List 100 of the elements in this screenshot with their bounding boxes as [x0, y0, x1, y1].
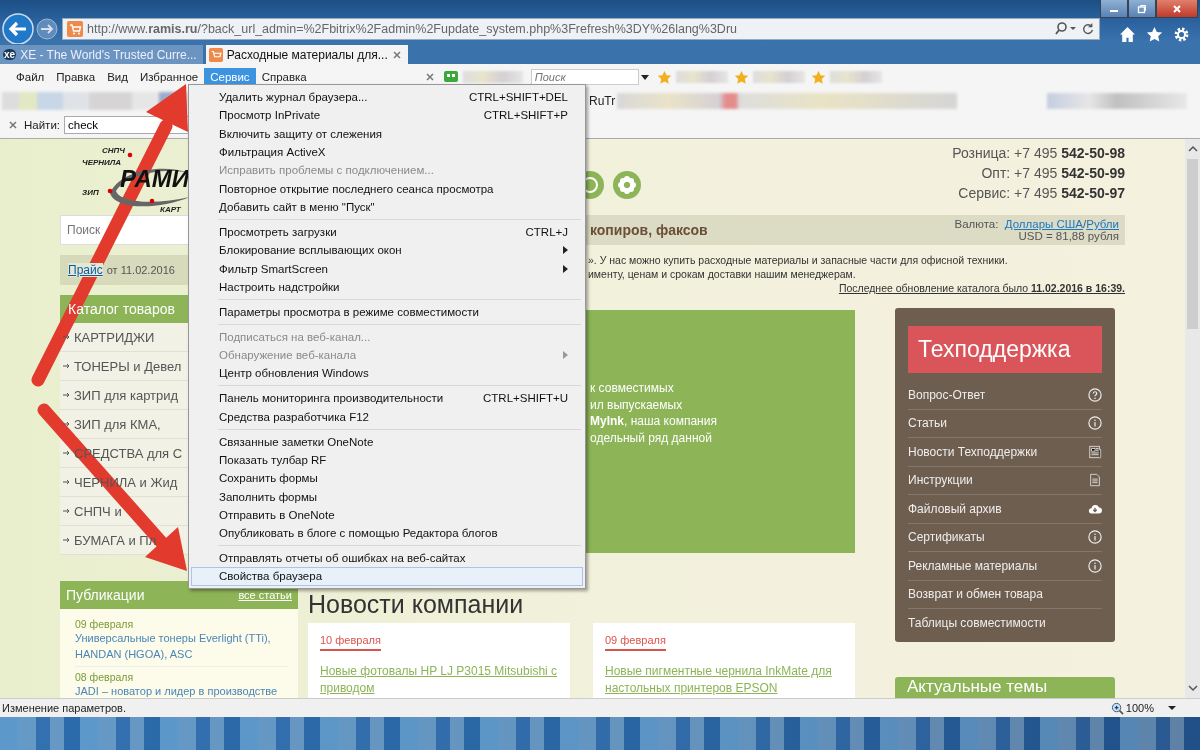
- support-link[interactable]: Статьи: [908, 409, 1102, 438]
- blurred-text: [752, 71, 805, 83]
- menu-bar-item[interactable]: Избранное: [133, 68, 205, 86]
- support-link[interactable]: Инструкции: [908, 466, 1102, 495]
- menu-item[interactable]: Настроить надстройки: [191, 277, 583, 296]
- arrow-icon: [63, 334, 71, 340]
- banner-text: ил выпускаемых: [590, 396, 684, 413]
- support-link[interactable]: Возврат и обмен товара: [908, 580, 1102, 609]
- logo-text: СНПЧ: [102, 146, 125, 155]
- arrow-icon: [63, 479, 71, 485]
- phone-number: Сервис: +7 495 542-50-97: [957, 184, 1125, 203]
- exchange-rate: USD = 81,88 рубля: [1017, 230, 1119, 242]
- category-title: копиров, факсов: [590, 222, 708, 238]
- question-icon: [1088, 387, 1102, 402]
- menu-bar-item[interactable]: Вид: [101, 68, 134, 86]
- news-date: 09 февраля: [605, 634, 666, 651]
- price-list-link[interactable]: Прайс: [68, 263, 103, 277]
- scrollbar[interactable]: [1185, 139, 1200, 698]
- star-icon[interactable]: [656, 69, 672, 85]
- minimize-button[interactable]: [1100, 0, 1128, 18]
- scrollbar-thumb[interactable]: [1187, 159, 1198, 329]
- restore-icon: [1137, 3, 1147, 14]
- caret-icon[interactable]: [1168, 705, 1176, 711]
- publication-date: 09 февраля: [75, 618, 135, 630]
- menu-bar-item[interactable]: Справка: [255, 68, 313, 86]
- menu-bar-item[interactable]: Файл: [10, 68, 51, 86]
- support-link[interactable]: Файловый архив: [908, 495, 1102, 524]
- support-link[interactable]: Вопрос-Ответ: [908, 381, 1102, 410]
- support-link[interactable]: Таблицы совместимости: [908, 609, 1102, 638]
- intro-text: именту, ценам и срокам доставки нашим менеджерам.: [588, 267, 857, 281]
- update-note: Последнее обновление каталога было 11.02.2016 в 16:39.: [837, 281, 1125, 295]
- info-icon: [1088, 558, 1102, 573]
- caret-icon[interactable]: [640, 73, 649, 81]
- menu-item[interactable]: Блокирование всплывающих окон: [191, 241, 583, 260]
- banner-text: к совместимых: [590, 380, 675, 397]
- menu-item[interactable]: Опубликовать в блоге с помощью Редактора блогов: [191, 523, 583, 543]
- maximize-button[interactable]: [1128, 0, 1156, 18]
- publication-link[interactable]: Универсальные тонеры Everlight (TTi), HANDAN (HGOA), ASC: [75, 630, 288, 662]
- banner-text: одельный ряд данной: [590, 429, 713, 446]
- phone-number: Розница: +7 495 542-50-98: [952, 144, 1125, 163]
- search-icon[interactable]: [1053, 21, 1077, 37]
- zoom-icon[interactable]: [1110, 701, 1124, 715]
- menu-item[interactable]: Удалить журнал браузера... CTRL+SHIFT+DEL: [191, 88, 583, 107]
- scroll-down-icon[interactable]: [1187, 684, 1198, 692]
- menu-item[interactable]: Просмотреть загрузки CTRL+J: [191, 222, 583, 242]
- close-icon[interactable]: [8, 120, 18, 130]
- publication-link[interactable]: JADI – новатор и лидер в производстве: [75, 683, 288, 698]
- zoom-level[interactable]: 100%: [1125, 702, 1154, 714]
- cart-icon: [67, 21, 83, 37]
- star-icon[interactable]: [733, 69, 749, 85]
- close-icon[interactable]: [424, 72, 435, 82]
- close-icon[interactable]: [391, 49, 402, 60]
- bookmark-label[interactable]: RuTr: [589, 94, 616, 108]
- blurred-text: [462, 71, 523, 83]
- logo-text: КАРТ: [160, 205, 181, 214]
- arrow-icon: [63, 450, 71, 456]
- robot-icon[interactable]: [442, 70, 459, 84]
- arrow-icon: [63, 508, 71, 514]
- support-title: Техподдержка: [908, 326, 1102, 373]
- menu-item[interactable]: Параметры просмотра в режиме совместимости: [191, 302, 583, 321]
- menu-bar-item[interactable]: Правка: [50, 68, 102, 86]
- blurred-text: [829, 71, 882, 83]
- support-link[interactable]: Сертификаты: [908, 523, 1102, 552]
- browser-tab[interactable]: xe XE - The World's Trusted Curre...: [0, 45, 203, 64]
- forward-button[interactable]: [36, 17, 58, 40]
- status-text: Изменение параметров.: [2, 702, 127, 714]
- document-icon: [1088, 473, 1102, 488]
- news-date: 10 февраля: [320, 634, 381, 651]
- close-button[interactable]: [1156, 0, 1198, 18]
- arrow-icon: [63, 537, 71, 543]
- minimize-icon: [1110, 10, 1118, 12]
- settings-icon[interactable]: [1173, 26, 1190, 43]
- support-link[interactable]: Рекламные материалы: [908, 552, 1102, 581]
- price-date: от 11.02.2016: [106, 264, 175, 276]
- arrow-icon: [63, 392, 71, 398]
- arrow-icon: [63, 363, 71, 369]
- topics-header: Актуальные темы: [895, 676, 1115, 698]
- cart-icon: [208, 47, 223, 62]
- browser-tab[interactable]: Расходные материалы для...: [205, 45, 408, 64]
- site-logo: xe: [3, 49, 17, 60]
- menu-item[interactable]: Свойства браузера: [191, 567, 583, 586]
- search-field[interactable]: Поиск: [530, 69, 639, 85]
- slash: /: [1083, 218, 1087, 230]
- arrow-icon: [63, 421, 71, 427]
- menu-item[interactable]: Отправлять отчеты об ошибках на веб-сайтах: [191, 548, 583, 568]
- menu-item[interactable]: Добавить сайт в меню "Пуск": [191, 197, 583, 217]
- home-icon[interactable]: [1119, 26, 1136, 43]
- star-icon[interactable]: [810, 69, 826, 85]
- refresh-icon[interactable]: [1081, 22, 1095, 36]
- logo-text: ЗИП: [82, 188, 99, 197]
- menu-item[interactable]: Повторное открытие последнего сеанса просмотра: [191, 179, 583, 198]
- scroll-up-icon[interactable]: [1187, 145, 1198, 153]
- address-bar[interactable]: http://www.ramis.ru/?back_url_admin=%2Fbitrix%2Fadmin%2Fupdate_system.php%3Frefresh%3DY%26lang%3Dru: [62, 18, 1100, 40]
- menu-item[interactable]: Фильтрация ActiveX: [191, 142, 583, 162]
- banner-text: MyInk, наша компания: [590, 413, 718, 430]
- menu-item[interactable]: Фильтр SmartScreen: [191, 259, 583, 278]
- back-button[interactable]: [2, 12, 34, 45]
- star-icon[interactable]: [1146, 26, 1163, 43]
- info-icon: [1088, 530, 1102, 545]
- support-link[interactable]: Новости Техподдержки: [908, 438, 1102, 467]
